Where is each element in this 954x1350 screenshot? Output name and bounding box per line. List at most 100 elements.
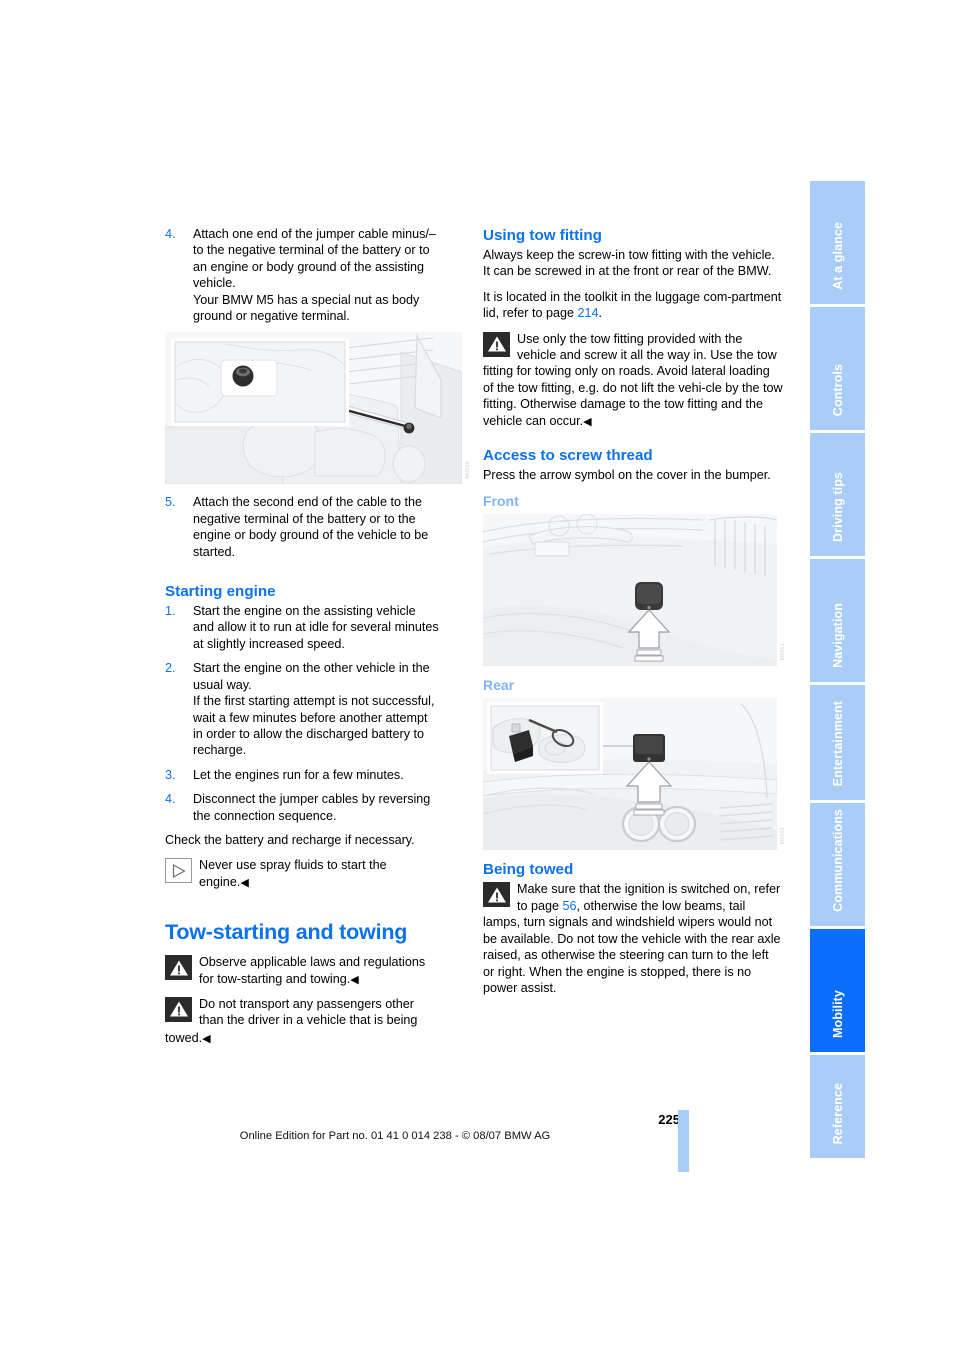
warning-triangle-glyph: [169, 960, 188, 976]
front-bumper-illustration: [483, 514, 777, 667]
figure-credit: M0500: [464, 461, 471, 479]
warning-text-body: Use only the tow fitting provided with t…: [483, 331, 783, 428]
figure-battery-ground-nut: M0500: [165, 332, 471, 485]
warning-text-line: Observe applicable laws and regulations: [199, 955, 426, 970]
step-text-line: vehicle.: [193, 276, 236, 291]
sidebar-tab-label: Entertainment: [830, 700, 845, 786]
sidebar-tab-entertainment[interactable]: Entertainment: [810, 685, 865, 803]
step-text-line: Attach one end of the jumper cable minus…: [193, 227, 436, 241]
warning-text-line: Do not transport any passengers other: [199, 996, 414, 1011]
access-screw-thread-paragraph: Press the arrow symbol on the cover in t…: [483, 468, 771, 483]
sidebar-tab-label: Communications: [830, 809, 845, 912]
step-text-line: ground or negative terminal.: [193, 309, 350, 324]
warning-triangle-glyph: [487, 887, 506, 903]
starting-engine-steps: 1. Start the engine on the assisting veh…: [165, 603, 462, 824]
step-number: 3.: [165, 767, 176, 782]
warning-observe-laws: Observe applicable laws and regulations …: [165, 954, 462, 988]
sidebar-tab-communications[interactable]: Communications: [810, 803, 865, 929]
footer-edition-notice: Online Edition for Part no. 01 41 0 014 …: [239, 1130, 551, 1142]
end-of-note-marker: ◀: [202, 1032, 211, 1045]
step-text-line: started.: [193, 544, 235, 559]
figure-credit: M0501: [779, 643, 786, 661]
play-triangle-glyph: [172, 863, 185, 878]
step-number: 1.: [165, 604, 176, 619]
step-text-line: the connection sequence.: [193, 808, 337, 823]
figure-credit: M0502: [779, 827, 786, 845]
sidebar-tab-controls[interactable]: Controls: [810, 307, 865, 433]
warning-text-line: than the driver in a vehicle that is bei…: [199, 1013, 418, 1028]
warning-triangle-icon: [483, 882, 511, 908]
play-triangle-icon: [165, 858, 193, 884]
step-text-line: Start the engine on the assisting vehicl…: [193, 604, 416, 619]
warning-triangle-icon: [165, 955, 193, 981]
paragraph-text: .: [598, 306, 603, 321]
step-text-line: wait a few minutes before another attemp…: [193, 710, 428, 725]
warning-text-line: towed.: [165, 1030, 203, 1045]
step-number: 2.: [165, 661, 176, 676]
step-text-line: to the negative terminal of the battery …: [193, 243, 430, 258]
step-text-line: Disconnect the jumper cables by reversin…: [193, 792, 431, 807]
sidebar-tab-label: Reference: [830, 1082, 845, 1144]
step-text-line: Attach the second end of the cable to th…: [193, 495, 422, 510]
warning-text: Observe applicable laws and regulations …: [165, 954, 462, 988]
warning-no-passengers-last-line: towed.◀: [165, 1030, 462, 1047]
sidebar-tab-label: Controls: [830, 363, 845, 416]
subheading-rear: Rear: [483, 677, 515, 694]
heading-being-towed: Being towed: [483, 861, 574, 879]
heading-access-to-screw-thread: Access to screw thread: [483, 447, 653, 465]
step-text-line: in order to allow the discharged battery…: [193, 726, 425, 741]
list-item: 4. Attach one end of the jumper cable mi…: [165, 226, 462, 324]
rear-bumper-illustration: [483, 698, 777, 851]
warning-triangle-icon: [165, 996, 193, 1023]
list-item: 5. Attach the second end of the cable to…: [165, 494, 462, 560]
page-reference-link[interactable]: 214: [578, 306, 599, 320]
page-reference-link[interactable]: 56: [563, 899, 577, 913]
warning-triangle-glyph: [487, 336, 506, 352]
step-text-line: If the first starting attempt is not suc…: [193, 694, 435, 709]
step-text-line: Your BMW M5 has a special nut as body: [193, 292, 420, 307]
sidebar-tab-driving-tips[interactable]: Driving tips: [810, 433, 865, 559]
step-text-line: engine or body ground of the vehicle to …: [193, 528, 429, 543]
warning-tow-fitting-usage: Use only the tow fitting provided with t…: [483, 331, 783, 430]
step-number: 4.: [165, 227, 176, 241]
step-number: 5.: [165, 495, 176, 510]
manual-page: At a glance Controls Driving tips Naviga…: [0, 0, 954, 1350]
subheading-front: Front: [483, 493, 519, 510]
sidebar-tab-label: Mobility: [830, 989, 845, 1038]
jump-start-steps-continued: 4. Attach one end of the jumper cable mi…: [165, 226, 462, 324]
note-text: Never use spray fluids to start the engi…: [165, 857, 462, 891]
warning-being-towed: Make sure that the ignition is switched …: [483, 881, 783, 996]
heading-starting-engine: Starting engine: [165, 583, 276, 601]
jump-start-step-5: 5. Attach the second end of the cable to…: [165, 494, 462, 560]
warning-text: Do not transport any passengers other th…: [165, 996, 462, 1029]
using-tow-fitting-paragraph-1: Always keep the screw-in tow fitting wit…: [483, 248, 775, 279]
step-text-line: negative terminal of the battery or to t…: [193, 511, 416, 526]
end-of-note-marker: ◀: [240, 876, 249, 889]
warning-no-passengers: Do not transport any passengers other th…: [165, 996, 462, 1029]
end-of-note-marker: ◀: [583, 415, 592, 428]
sidebar-tab-at-a-glance[interactable]: At a glance: [810, 181, 865, 307]
note-text-line: engine.: [199, 874, 241, 889]
sidebar-tab-label: Driving tips: [830, 472, 845, 542]
list-item: 2. Start the engine on the other vehicle…: [165, 660, 462, 758]
warning-text: Make sure that the ignition is switched …: [483, 881, 783, 996]
step-text-line: usual way.: [193, 677, 252, 692]
list-item: 3. Let the engines run for a few minutes…: [165, 767, 462, 783]
left-column: 4. Attach one end of the jumper cable mi…: [165, 226, 471, 1047]
warning-triangle-glyph: [169, 1001, 188, 1017]
step-text-line: Start the engine on the other vehicle in…: [193, 661, 430, 676]
sidebar-tab-reference[interactable]: Reference: [810, 1055, 865, 1158]
step-text-line: Let the engines run for a few minutes.: [193, 767, 404, 782]
sidebar-tab-label: Navigation: [830, 603, 845, 668]
warning-text: Use only the tow fitting provided with t…: [483, 331, 783, 430]
heading-tow-starting-and-towing: Tow-starting and towing: [165, 920, 408, 945]
step-text-line: and allow it to run at idle for several …: [193, 620, 439, 635]
sidebar-tab-navigation[interactable]: Navigation: [810, 559, 865, 685]
sidebar-tab-mobility[interactable]: Mobility: [810, 929, 865, 1055]
heading-using-tow-fitting: Using tow fitting: [483, 227, 602, 244]
side-tab-navigation: At a glance Controls Driving tips Naviga…: [810, 181, 865, 1158]
right-column: Using tow fitting Always keep the screw-…: [483, 226, 786, 1004]
step-text-line: at slightly increased speed.: [193, 636, 345, 651]
figure-rear-bumper-cover: M0502: [483, 698, 786, 851]
paragraph-text: It is located in the toolkit in the lugg…: [483, 289, 782, 321]
